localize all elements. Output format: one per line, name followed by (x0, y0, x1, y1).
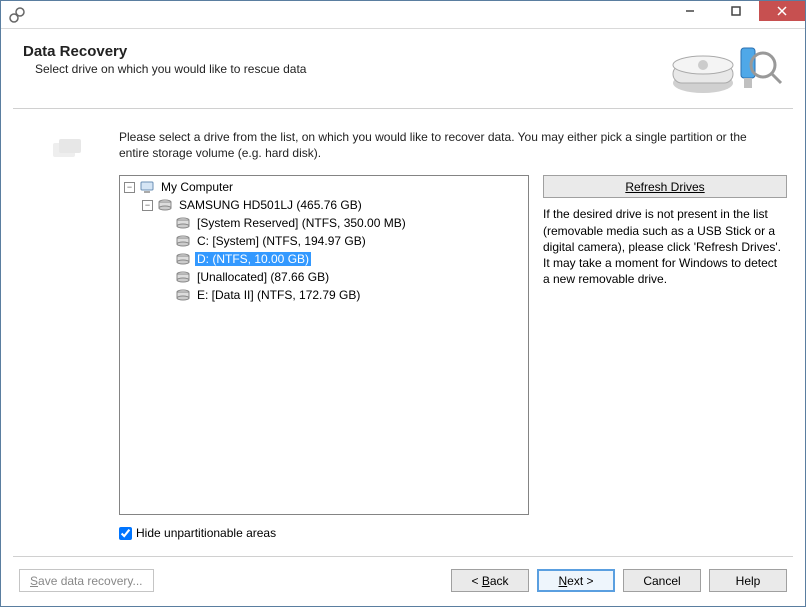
back-button[interactable]: < Back (451, 569, 529, 592)
page-title: Data Recovery (23, 43, 663, 60)
partition-icon (175, 233, 191, 249)
section-icon (19, 129, 119, 540)
checkbox-label: Hide unpartitionable areas (136, 526, 276, 540)
twisty-blank (160, 236, 171, 247)
tree-label: My Computer (159, 180, 235, 194)
partition-icon (175, 215, 191, 231)
collapse-icon[interactable]: − (124, 182, 135, 193)
tree-label: [System Reserved] (NTFS, 350.00 MB) (195, 216, 408, 230)
computer-icon (139, 179, 155, 195)
twisty-blank (160, 254, 171, 265)
instruction-text: Please select a drive from the list, on … (119, 129, 787, 161)
tree-node-partition[interactable]: [System Reserved] (NTFS, 350.00 MB) (160, 214, 528, 232)
checkbox-input[interactable] (119, 527, 132, 540)
titlebar (1, 1, 805, 29)
disk-icon (157, 197, 173, 213)
tree-node-disk[interactable]: − SAMSUNG HD501LJ (465.76 GB) (142, 196, 528, 214)
side-note: If the desired drive is not present in t… (543, 206, 787, 287)
tree-label: C: [System] (NTFS, 194.97 GB) (195, 234, 368, 248)
tree-node-partition[interactable]: C: [System] (NTFS, 194.97 GB) (160, 232, 528, 250)
tree-label: E: [Data II] (NTFS, 172.79 GB) (195, 288, 362, 302)
hide-unpartitionable-checkbox[interactable]: Hide unpartitionable areas (119, 526, 787, 540)
tree-node-root[interactable]: − My Computer (124, 178, 528, 196)
tree-label: D: (NTFS, 10.00 GB) (195, 252, 311, 266)
close-button[interactable] (759, 1, 805, 21)
help-button[interactable]: Help (709, 569, 787, 592)
content-area: Please select a drive from the list, on … (1, 109, 805, 540)
partition-icon (175, 287, 191, 303)
header-graphic (663, 43, 783, 98)
tree-label: [Unallocated] (87.66 GB) (195, 270, 331, 284)
maximize-button[interactable] (713, 1, 759, 21)
next-button[interactable]: Next > (537, 569, 615, 592)
partition-icon (175, 269, 191, 285)
footer: Save data recovery... < Back Next > Canc… (1, 557, 805, 606)
minimize-button[interactable] (667, 1, 713, 21)
partition-icon (175, 251, 191, 267)
save-recovery-button[interactable]: Save data recovery... (19, 569, 154, 592)
drive-tree[interactable]: − My Computer − (119, 175, 529, 515)
twisty-blank (160, 218, 171, 229)
tree-node-partition[interactable]: D: (NTFS, 10.00 GB) (160, 250, 528, 268)
twisty-blank (160, 272, 171, 283)
page-subtitle: Select drive on which you would like to … (23, 62, 663, 76)
wizard-header: Data Recovery Select drive on which you … (1, 29, 805, 108)
tree-label: SAMSUNG HD501LJ (465.76 GB) (177, 198, 364, 212)
dialog-window: Data Recovery Select drive on which you … (0, 0, 806, 607)
refresh-drives-button[interactable]: Refresh Drives (543, 175, 787, 198)
app-icon (7, 5, 27, 25)
collapse-icon[interactable]: − (142, 200, 153, 211)
twisty-blank (160, 290, 171, 301)
tree-node-partition[interactable]: [Unallocated] (87.66 GB) (160, 268, 528, 286)
cancel-button[interactable]: Cancel (623, 569, 701, 592)
tree-node-partition[interactable]: E: [Data II] (NTFS, 172.79 GB) (160, 286, 528, 304)
